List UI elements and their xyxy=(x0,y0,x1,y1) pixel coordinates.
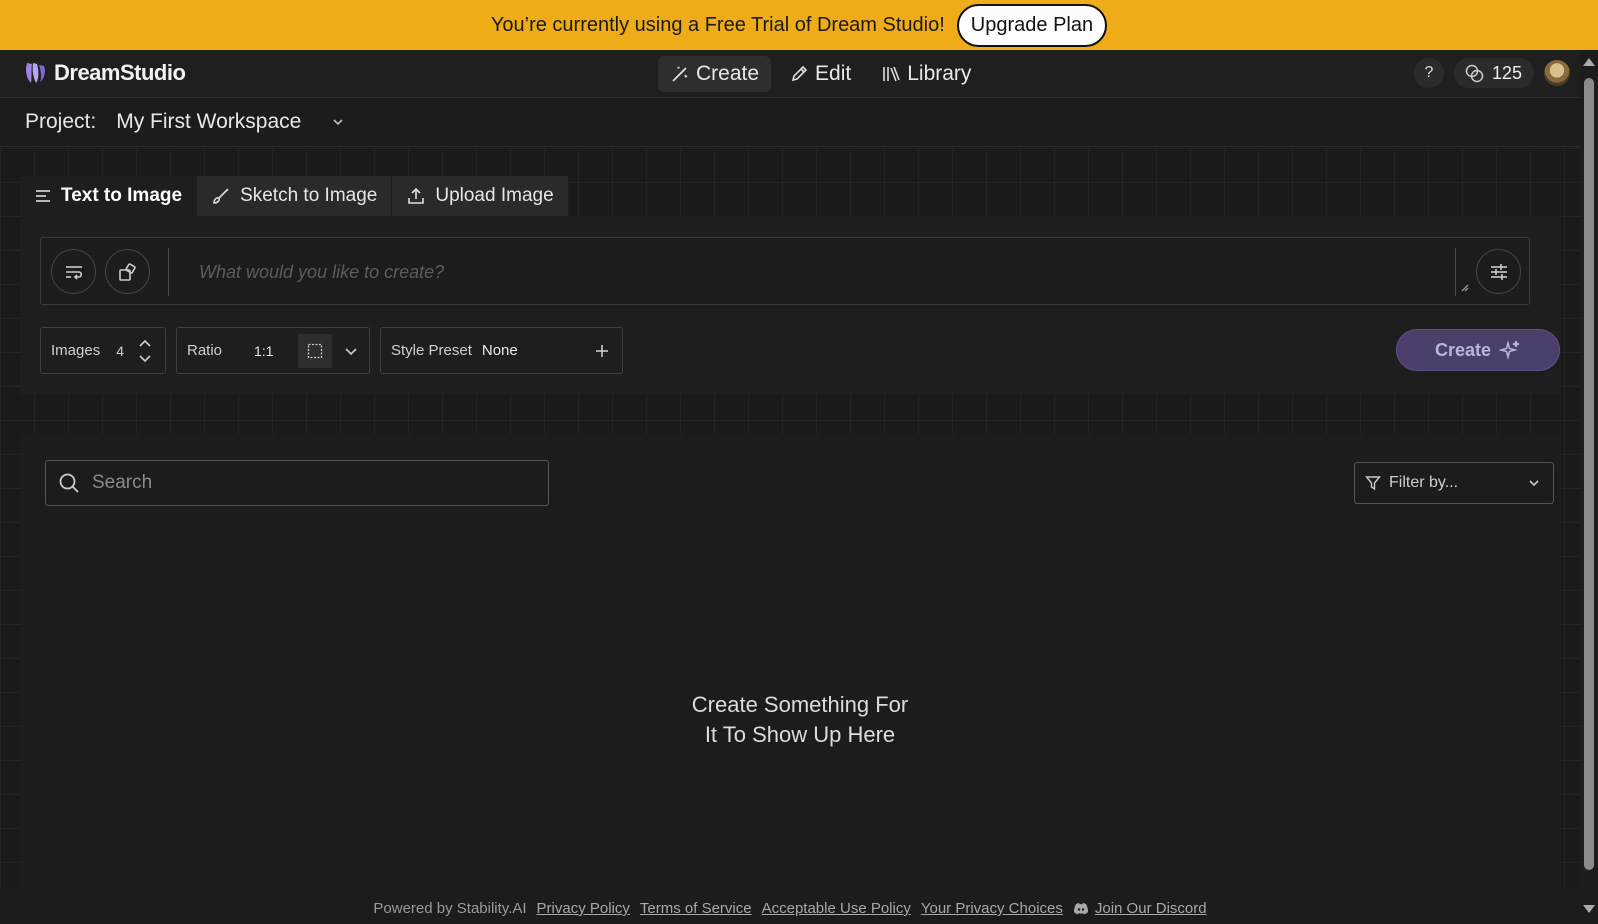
images-value: 4 xyxy=(116,342,124,359)
trial-message: You’re currently using a Free Trial of D… xyxy=(490,13,945,36)
prompt-input[interactable] xyxy=(189,248,1489,296)
search-input[interactable] xyxy=(92,472,512,494)
app-logo[interactable]: DreamStudio xyxy=(22,60,186,86)
scroll-up-arrow-icon[interactable] xyxy=(1583,58,1595,66)
square-ratio-icon[interactable] xyxy=(297,333,332,368)
nav-library-label: Library xyxy=(907,62,972,85)
style-preset-control[interactable]: Style Preset None xyxy=(380,327,623,374)
scroll-down-arrow-icon[interactable] xyxy=(1583,905,1595,913)
style-preset-value: None xyxy=(481,342,518,359)
tab-upload-image[interactable]: Upload Image xyxy=(392,176,569,216)
trial-banner: You’re currently using a Free Trial of D… xyxy=(0,0,1598,50)
mode-tabs: Text to Image Sketch to Image Upload Ima… xyxy=(20,176,569,216)
credits-badge[interactable]: 125 xyxy=(1453,58,1534,88)
advanced-settings-button[interactable] xyxy=(1476,249,1521,294)
coins-icon xyxy=(1464,63,1484,83)
nav-library[interactable]: Library xyxy=(869,56,983,92)
join-discord-link[interactable]: Join Our Discord xyxy=(1095,900,1207,917)
upgrade-plan-button[interactable]: Upgrade Plan xyxy=(956,3,1108,47)
empty-state-message: Create Something For It To Show Up Here xyxy=(20,690,1580,750)
stepper-icon[interactable] xyxy=(138,337,152,365)
lines-icon xyxy=(34,187,52,205)
privacy-policy-link[interactable]: Privacy Policy xyxy=(537,900,630,917)
search-icon xyxy=(58,472,80,494)
filter-label: Filter by... xyxy=(1389,474,1459,491)
ratio-value: 1:1 xyxy=(254,342,274,359)
create-button[interactable]: Create xyxy=(1396,329,1560,371)
sliders-icon xyxy=(1488,261,1510,283)
tab-text-to-image-label: Text to Image xyxy=(61,185,183,206)
project-name: My First Workspace xyxy=(116,110,302,133)
footer: Powered by Stability.AI Privacy Policy T… xyxy=(0,893,1580,924)
nav-create-label: Create xyxy=(696,62,760,85)
avatar[interactable] xyxy=(1544,60,1570,86)
chevron-down-icon xyxy=(331,115,345,129)
logo-icon xyxy=(22,60,48,86)
filter-chevron-down-icon xyxy=(1527,476,1541,490)
sparkle-icon xyxy=(1499,339,1521,361)
resize-grip-icon[interactable] xyxy=(1461,284,1469,292)
app-name: DreamStudio xyxy=(54,60,186,85)
style-preset-label: Style Preset xyxy=(391,342,472,359)
pencil-icon xyxy=(789,64,809,84)
tab-text-to-image[interactable]: Text to Image xyxy=(20,176,198,216)
empty-state-line-1: Create Something For xyxy=(691,692,909,717)
text-wrap-icon xyxy=(63,261,85,283)
prompt-shapes-button[interactable] xyxy=(105,249,150,294)
tab-sketch-to-image[interactable]: Sketch to Image xyxy=(197,176,393,216)
create-panel: Images 4 Ratio 1:1 Style Preset None Cre… xyxy=(20,216,1560,394)
library-icon xyxy=(881,64,901,84)
project-bar: Project: My First Workspace xyxy=(0,98,1580,147)
privacy-choices-link[interactable]: Your Privacy Choices xyxy=(921,900,1063,917)
nav-create[interactable]: Create xyxy=(658,56,772,92)
tab-upload-image-label: Upload Image xyxy=(435,185,554,206)
tab-sketch-to-image-label: Sketch to Image xyxy=(240,185,378,206)
ratio-control[interactable]: Ratio 1:1 xyxy=(176,327,370,374)
nav-edit[interactable]: Edit xyxy=(777,56,863,92)
acceptable-use-policy-link[interactable]: Acceptable Use Policy xyxy=(762,900,911,917)
filter-dropdown[interactable]: Filter by... xyxy=(1354,462,1554,504)
filter-icon xyxy=(1365,475,1381,491)
ratio-label: Ratio xyxy=(187,342,223,359)
terms-of-service-link[interactable]: Terms of Service xyxy=(640,900,752,917)
discord-icon xyxy=(1073,902,1089,916)
plus-icon[interactable] xyxy=(594,343,610,359)
prompt-wrap-button[interactable] xyxy=(51,249,96,294)
credits-count: 125 xyxy=(1491,62,1522,83)
empty-state-line-2: It To Show Up Here xyxy=(704,722,896,747)
results-panel: Filter by... Create Something For It To … xyxy=(20,434,1560,888)
help-button[interactable]: ? xyxy=(1413,58,1444,88)
search-box[interactable] xyxy=(45,460,549,506)
images-label: Images xyxy=(51,342,101,359)
main-nav: Create Edit Library xyxy=(658,56,983,92)
powered-by-text: Powered by Stability.AI xyxy=(373,900,527,917)
top-nav: DreamStudio Create Edit Library ? 125 xyxy=(0,50,1580,98)
brush-icon xyxy=(211,186,231,206)
nav-edit-label: Edit xyxy=(815,62,852,85)
scroll-thumb[interactable] xyxy=(1584,78,1594,870)
nav-right: ? 125 xyxy=(1413,58,1570,88)
prompt-divider-right xyxy=(1455,248,1456,296)
prompt-divider-left xyxy=(168,248,169,296)
shapes-icon xyxy=(117,261,139,283)
scrollbar[interactable] xyxy=(1580,50,1598,924)
prompt-box xyxy=(40,237,1530,305)
images-count-control[interactable]: Images 4 xyxy=(40,327,166,374)
ratio-chevron-down-icon[interactable] xyxy=(344,344,358,358)
create-button-label: Create xyxy=(1434,339,1492,360)
upload-icon xyxy=(406,186,426,206)
project-label: Project: xyxy=(25,110,97,133)
project-select[interactable]: My First Workspace xyxy=(116,110,345,134)
magic-wand-icon xyxy=(670,64,690,84)
